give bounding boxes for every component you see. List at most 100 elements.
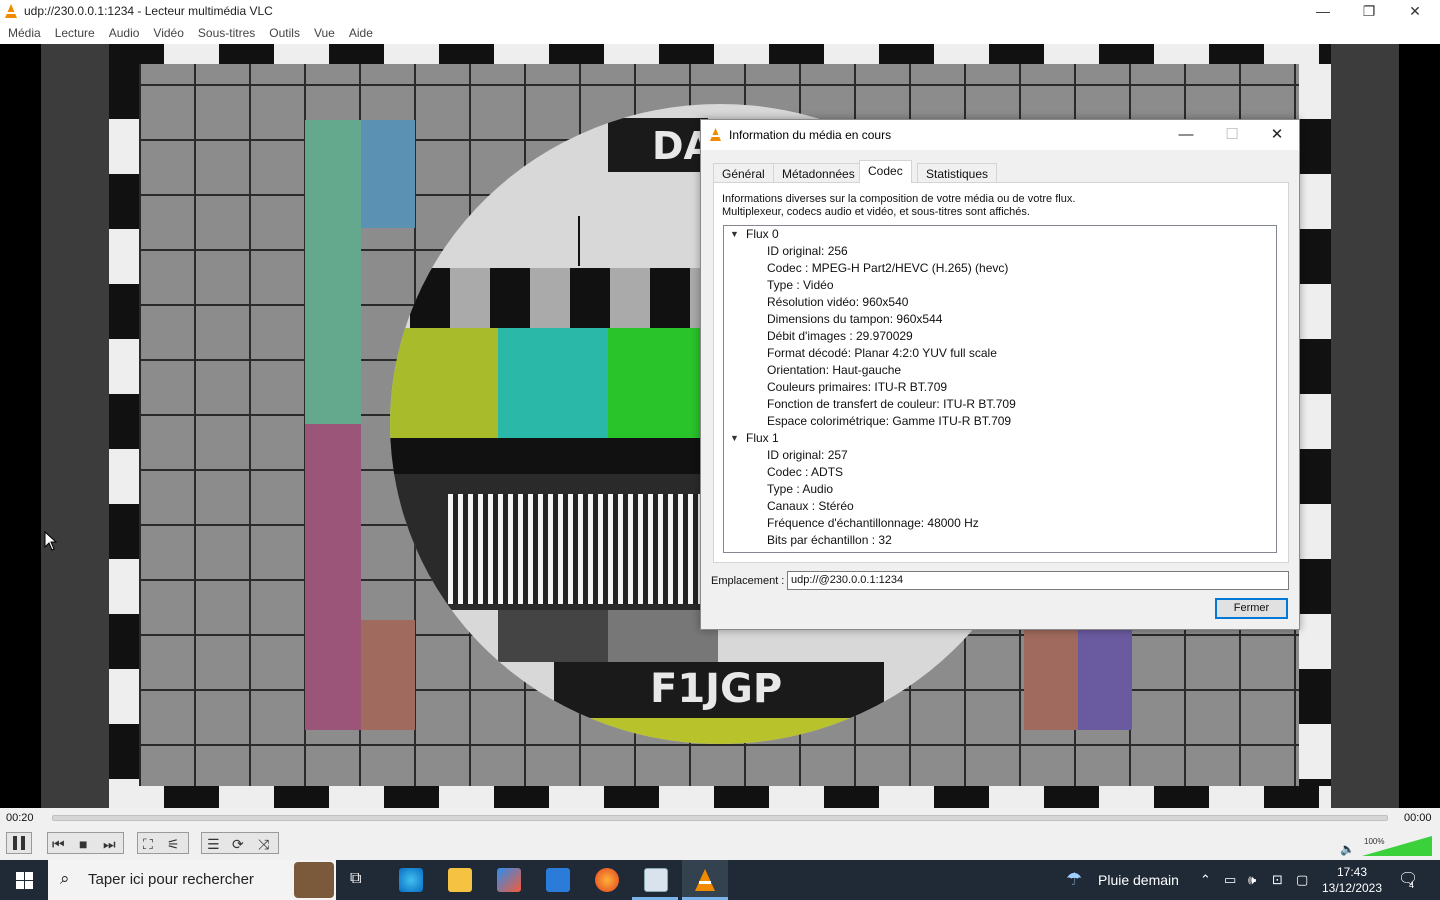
edge-icon[interactable] [399,868,423,892]
fullscreen-icon[interactable]: ⛶ [143,833,153,855]
mouse-cursor-icon [44,531,58,551]
loop-icon[interactable]: ⟳ [232,833,244,855]
location-field[interactable]: udp://@230.0.0.1:1234 [787,571,1289,590]
window-titlebar[interactable]: udp://230.0.0.1:1234 - Lecteur multimédi… [0,0,1440,23]
search-placeholder: Taper ici pour rechercher [88,871,254,888]
tree-expander-icon[interactable]: ▼ [730,229,739,239]
pattern-gray-steps [410,268,710,328]
stream-property[interactable]: Débit d'images : 29.970029 [767,329,913,346]
next-icon[interactable]: ⏭ [103,833,116,855]
restore-button[interactable]: ❐ [1346,0,1392,23]
windows-taskbar: ⌕ Taper ici pour rechercher ⧉ ☂ Pluie de… [0,860,1440,900]
extended-settings-icon[interactable]: ⚟ [167,833,180,855]
stream-property[interactable]: Type : Audio [767,482,833,499]
stop-icon[interactable]: ■ [79,833,87,855]
description-line-1: Informations diverses sur la composition… [722,193,1076,205]
menu-view[interactable]: Vue [306,23,341,40]
stream-property[interactable]: Canaux : Stéréo [767,499,854,516]
playlist-icon[interactable]: ☰ [207,833,220,855]
task-view-icon[interactable]: ⧉ [350,870,361,888]
stream-node[interactable]: Flux 0 [746,227,779,244]
tab-metadata[interactable]: Métadonnées [773,163,864,183]
pattern-black-band [390,438,720,474]
stream-property[interactable]: Bits par échantillon : 32 [767,533,892,550]
tab-general[interactable]: Général [713,163,774,183]
shuffle-icon[interactable]: ⤨ [258,833,269,855]
pattern-blue-column [361,120,415,228]
show-hidden-icons-icon[interactable]: ⌃ [1200,872,1211,888]
codec-tree[interactable]: ▼ Flux 0 ID original: 256 Codec : MPEG-H Pa… [723,225,1277,553]
speaker-icon[interactable]: 🔈 [1340,842,1355,856]
test-pattern-border-left [109,64,139,786]
stream-property[interactable]: Codec : ADTS [767,465,843,482]
stream-property[interactable]: Type : Vidéo [767,278,834,295]
app-window-icon[interactable] [644,868,668,892]
weather-text[interactable]: Pluie demain [1098,872,1179,888]
tree-expander-icon[interactable]: ▼ [730,433,739,443]
dialog-minimize-button[interactable]: — [1163,120,1209,150]
view-group: ⛶ ⚟ [137,832,189,854]
dialog-close-icon[interactable]: ✕ [1254,120,1300,150]
stream-property[interactable]: Fonction de transfert de couleur: ITU-R … [767,397,1016,414]
vlc-taskbar-button[interactable] [682,860,728,900]
store-icon[interactable] [497,868,521,892]
battery-icon[interactable]: ▭ [1224,872,1236,888]
vlc-cone-icon [5,4,17,18]
minimize-button[interactable]: — [1300,0,1346,23]
menu-video[interactable]: Vidéo [145,23,189,40]
stream-property[interactable]: Fréquence d'échantillonnage: 48000 Hz [767,516,979,533]
mail-icon[interactable] [546,868,570,892]
stream-property[interactable]: Espace colorimétrique: Gamme ITU-R BT.70… [767,414,1011,431]
file-explorer-icon[interactable] [448,868,472,892]
pause-button[interactable] [6,832,32,854]
menu-bar: Média Lecture Audio Vidéo Sous-titres Outils V… [0,23,1440,44]
stream-property[interactable]: Orientation: Haut-gauche [767,363,901,380]
notification-count: 4 [1409,880,1415,890]
clock[interactable]: 17:43 13/12/2023 [1318,864,1386,896]
pause-icon [13,836,25,850]
previous-icon[interactable]: ⏮ [52,833,65,855]
stream-property[interactable]: ID original: 257 [767,448,848,465]
dialog-maximize-button[interactable]: ☐ [1209,120,1255,150]
menu-media[interactable]: Média [0,23,47,40]
tab-codec[interactable]: Codec [859,160,912,183]
clock-time: 17:43 [1336,865,1368,879]
windows-start-icon[interactable] [16,872,33,889]
stream-property[interactable]: Dimensions du tampon: 960x544 [767,312,942,329]
player-controls: 00:20 00:00 ⏮ ■ ⏭ ⛶ ⚟ ☰ ⟳ ⤨ 🔈 100% [0,808,1440,860]
pattern-frequency-bars [448,494,718,604]
seek-slider[interactable] [52,815,1388,821]
stream-property[interactable]: Codec : MPEG-H Part2/HEVC (H.265) (hevc) [767,261,1008,278]
close-window-button[interactable]: ✕ [1392,0,1438,23]
pillarbox-left [41,44,109,808]
stream-node[interactable]: Flux 1 [746,431,779,448]
pillarbox-right [1331,44,1399,808]
test-pattern-border-bottom [109,786,1331,808]
stream-property[interactable]: Résolution vidéo: 960x540 [767,295,908,312]
menu-audio[interactable]: Audio [101,23,146,40]
network-icon[interactable]: ⊡ [1272,872,1283,888]
menu-tools[interactable]: Outils [261,23,306,40]
firefox-icon[interactable] [595,868,619,892]
pattern-magenta-column [305,424,361,730]
remaining-time: 00:00 [1404,812,1432,824]
codec-panel: Informations diverses sur la composition… [713,182,1289,563]
location-label: Emplacement : [711,575,785,587]
stream-property[interactable]: Format décodé: Planar 4:2:0 YUV full sca… [767,346,997,363]
menu-help[interactable]: Aide [341,23,379,40]
test-pattern-border-top [109,44,1331,64]
dialog-titlebar[interactable]: Information du média en cours — ☐ ✕ [701,120,1299,150]
pattern-green-column [305,120,361,424]
taskbar-search[interactable]: ⌕ Taper ici pour rechercher [48,860,336,900]
close-button[interactable]: Fermer [1215,598,1288,619]
pattern-bar-yellow [390,328,498,438]
menu-lecture[interactable]: Lecture [47,23,101,40]
display-icon[interactable]: ▢ [1296,872,1308,888]
elapsed-time: 00:20 [6,812,34,824]
menu-subtitles[interactable]: Sous-titres [190,23,261,40]
stream-property[interactable]: ID original: 256 [767,244,848,261]
tab-statistics[interactable]: Statistiques [917,163,998,183]
volume-tray-icon[interactable]: 🕪 [1248,872,1256,888]
pattern-violet-column [1078,620,1132,730]
stream-property[interactable]: Couleurs primaires: ITU-R BT.709 [767,380,947,397]
